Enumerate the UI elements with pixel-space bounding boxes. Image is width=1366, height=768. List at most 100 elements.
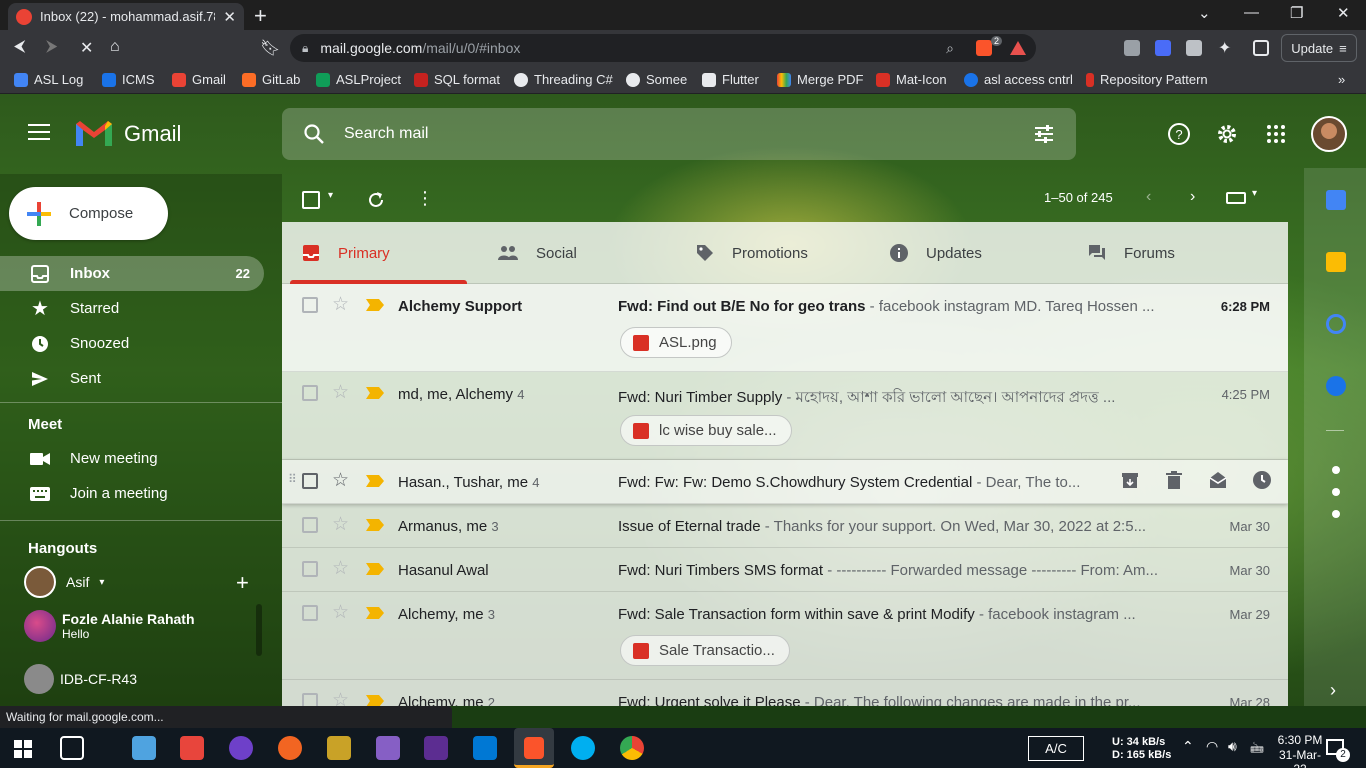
address-bar[interactable]: 🔒︎ mail.google.com/mail/u/0/#inbox ⌕ 2 — [290, 34, 1036, 62]
file-explorer-icon[interactable] — [132, 736, 156, 760]
important-marker-icon[interactable] — [366, 607, 384, 619]
nav-item-new-meeting[interactable]: New meeting — [0, 441, 264, 476]
ac-indicator[interactable]: A/C — [1028, 736, 1084, 761]
task-view-icon[interactable] — [60, 736, 84, 760]
compose-button[interactable]: Compose — [9, 187, 168, 240]
chrome-icon[interactable] — [620, 736, 644, 760]
nav-item-sent[interactable]: Sent — [0, 361, 264, 396]
update-button[interactable]: Update ≡ — [1281, 34, 1357, 62]
nav-item-inbox[interactable]: Inbox 22 — [0, 256, 264, 291]
back-icon[interactable]: ⮜ — [14, 38, 25, 56]
star-icon[interactable]: ☆ — [332, 689, 349, 706]
addon-dot-icon[interactable] — [1332, 466, 1340, 474]
contact-fozle[interactable]: Fozle Alahie Rahath Hello — [24, 610, 195, 642]
contacts-icon[interactable] — [1326, 376, 1346, 396]
star-icon[interactable]: ☆ — [332, 469, 349, 492]
nav-item-starred[interactable]: ★ Starred — [0, 291, 264, 326]
visual-studio-icon[interactable] — [424, 736, 448, 760]
email-row[interactable]: ☆ md, me, Alchemy 4 Fwd: Nuri Timber Sup… — [282, 372, 1288, 460]
star-icon[interactable]: ☆ — [332, 381, 349, 404]
email-row[interactable]: ☆ Armanus, me 3 Issue of Eternal trade -… — [282, 504, 1288, 548]
more-bookmarks-icon[interactable]: » — [1338, 72, 1345, 87]
delete-icon[interactable] — [1164, 470, 1184, 490]
chevron-down-icon[interactable]: ▾ — [99, 577, 104, 588]
bookmark-repository[interactable]: Repository Pattern — [1086, 72, 1208, 87]
row-checkbox[interactable] — [302, 693, 318, 706]
visual-studio-icon[interactable] — [376, 736, 400, 760]
row-checkbox[interactable] — [302, 561, 318, 577]
close-window-icon[interactable]: ✕ — [1337, 4, 1350, 22]
extension-icon[interactable] — [1155, 40, 1171, 56]
attachment-chip[interactable]: lc wise buy sale... — [620, 415, 792, 446]
row-checkbox[interactable] — [302, 473, 318, 489]
select-dropdown-icon[interactable]: ▾ — [328, 190, 333, 201]
stop-icon[interactable]: ✕ — [80, 38, 93, 58]
bookmark-threading[interactable]: Threading C# — [514, 72, 613, 87]
row-checkbox[interactable] — [302, 517, 318, 533]
zoom-icon[interactable]: ⌕ — [946, 40, 954, 57]
chevron-down-icon[interactable]: ▾ — [1252, 188, 1257, 199]
star-icon[interactable]: ☆ — [332, 557, 349, 580]
star-icon[interactable]: ☆ — [332, 513, 349, 536]
snooze-clock-icon[interactable] — [1252, 470, 1272, 490]
bookmark-icms[interactable]: ICMS — [102, 72, 155, 87]
wallet-icon[interactable] — [1253, 40, 1269, 56]
clock-date[interactable]: 31-Mar-22 — [1276, 748, 1324, 768]
archive-icon[interactable] — [1120, 470, 1140, 490]
extension-icon[interactable] — [1186, 40, 1202, 56]
main-menu-icon[interactable] — [28, 124, 50, 145]
row-checkbox[interactable] — [302, 297, 318, 313]
github-desktop-icon[interactable] — [229, 736, 253, 760]
minimize-icon[interactable]: — — [1244, 4, 1259, 21]
important-marker-icon[interactable] — [366, 519, 384, 531]
attachment-chip[interactable]: Sale Transactio... — [620, 635, 790, 666]
bookmark-icon[interactable]: 🔖︎ — [260, 38, 280, 58]
help-icon[interactable]: ? — [1167, 122, 1191, 146]
bookmark-gmail[interactable]: Gmail — [172, 72, 226, 87]
email-row[interactable]: ☆ Alchemy, me 3 Fwd: Sale Transaction fo… — [282, 592, 1288, 680]
expand-panel-icon[interactable]: › — [1330, 680, 1336, 701]
home-icon[interactable]: ⌂ — [110, 38, 120, 56]
new-tab-icon[interactable]: + — [254, 3, 267, 29]
gmail-logo-icon[interactable] — [74, 118, 114, 148]
apps-grid-icon[interactable] — [1264, 122, 1288, 146]
search-bar[interactable]: Search mail — [282, 108, 1076, 160]
account-avatar[interactable] — [1311, 116, 1347, 152]
bookmark-mat-icon[interactable]: Mat-Icon — [876, 72, 947, 87]
bookmark-gitlab[interactable]: GitLab — [242, 72, 300, 87]
older-page-icon[interactable]: › — [1190, 188, 1195, 206]
keep-icon[interactable] — [1326, 252, 1346, 272]
tab-forums[interactable]: Forums — [1088, 222, 1175, 284]
search-icon[interactable] — [302, 122, 326, 146]
drag-handle-icon[interactable]: ⠿ — [288, 472, 297, 486]
calendar-icon[interactable] — [1326, 190, 1346, 210]
settings-gear-icon[interactable] — [1215, 122, 1239, 146]
forward-icon[interactable]: ⮞ — [46, 38, 58, 56]
clock-time[interactable]: 6:30 PM — [1276, 733, 1324, 747]
select-all-checkbox[interactable] — [302, 191, 320, 209]
star-icon[interactable]: ☆ — [332, 601, 349, 624]
important-marker-icon[interactable] — [366, 695, 384, 706]
postman-icon[interactable] — [278, 736, 302, 760]
nav-item-snoozed[interactable]: Snoozed — [0, 326, 264, 361]
addon-dot-icon[interactable] — [1332, 510, 1340, 518]
mark-as-read-icon[interactable] — [1208, 470, 1228, 490]
important-marker-icon[interactable] — [366, 563, 384, 575]
add-chat-icon[interactable]: + — [236, 570, 249, 596]
browser-tab-gmail[interactable]: Inbox (22) - mohammad.asif.783 ✕ — [8, 3, 244, 30]
email-row[interactable]: ⠿ ☆ Hasan., Tushar, me 4 Fwd: Fw: Fw: De… — [282, 460, 1288, 504]
tab-social[interactable]: Social — [498, 222, 577, 284]
brave-rewards-icon[interactable] — [1010, 41, 1026, 55]
star-icon[interactable]: ☆ — [332, 293, 349, 316]
close-tab-icon[interactable]: ✕ — [223, 8, 236, 26]
row-checkbox[interactable] — [302, 605, 318, 621]
email-row[interactable]: ☆ Alchemy, me 2 Fwd: Urgent solve it Ple… — [282, 680, 1288, 706]
bookmark-flutter[interactable]: Flutter — [702, 72, 759, 87]
hangouts-user[interactable]: Asif ▾ — [24, 566, 104, 598]
input-tools-keyboard-icon[interactable] — [1226, 192, 1246, 204]
extension-icon[interactable] — [1124, 40, 1140, 56]
attachment-chip[interactable]: ASL.png — [620, 327, 732, 358]
search-options-icon[interactable] — [1032, 122, 1056, 146]
brave-taskbar-button[interactable] — [514, 728, 554, 768]
bookmark-asl-access[interactable]: asl access cntrl — [964, 72, 1073, 87]
